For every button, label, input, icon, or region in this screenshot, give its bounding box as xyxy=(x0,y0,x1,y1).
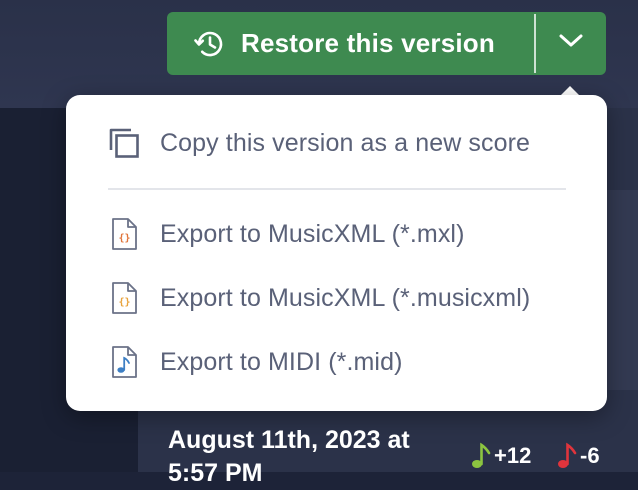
version-date-line1: August 11th, 2023 at xyxy=(168,426,410,454)
notes-removed-count: -6 xyxy=(556,442,600,470)
xml-file-icon: {} xyxy=(106,280,142,316)
menu-item-label: Export to MusicXML (*.musicxml) xyxy=(160,283,531,312)
menu-item-export-musicxml[interactable]: {} Export to MusicXML (*.musicxml) xyxy=(106,280,530,316)
version-timestamp: August 11th, 2023 at 5:57 PM xyxy=(168,424,410,490)
menu-item-label: Export to MusicXML (*.mxl) xyxy=(160,219,465,248)
menu-item-export-mxl[interactable]: {} Export to MusicXML (*.mxl) xyxy=(106,216,465,252)
menu-item-label: Copy this version as a new score xyxy=(160,128,531,157)
menu-item-export-midi[interactable]: Export to MIDI (*.mid) xyxy=(106,344,403,380)
notes-removed-value: -6 xyxy=(580,443,600,468)
svg-text:{}: {} xyxy=(118,297,130,308)
copy-icon xyxy=(106,125,142,161)
notes-added-count: +12 xyxy=(470,442,531,470)
version-panel-edge xyxy=(606,190,638,390)
music-note-added-icon xyxy=(470,442,492,470)
restore-version-label: Restore this version xyxy=(241,28,495,58)
restore-split-button: Restore this version xyxy=(167,12,606,75)
version-options-menu: Copy this version as a new score {} Expo… xyxy=(66,95,607,411)
restore-version-button[interactable]: Restore this version xyxy=(167,12,534,75)
midi-file-icon xyxy=(106,344,142,380)
version-date-line2: 5:57 PM xyxy=(168,459,263,487)
menu-divider xyxy=(108,188,566,190)
history-icon xyxy=(191,26,227,62)
notes-added-value: +12 xyxy=(494,443,532,468)
chevron-down-icon xyxy=(558,33,584,54)
svg-text:{}: {} xyxy=(118,233,130,244)
xml-file-icon: {} xyxy=(106,216,142,252)
music-note-removed-icon xyxy=(556,442,578,470)
menu-item-label: Export to MIDI (*.mid) xyxy=(160,347,403,376)
restore-options-toggle[interactable] xyxy=(536,12,606,75)
menu-item-copy-as-new-score[interactable]: Copy this version as a new score xyxy=(106,125,530,161)
